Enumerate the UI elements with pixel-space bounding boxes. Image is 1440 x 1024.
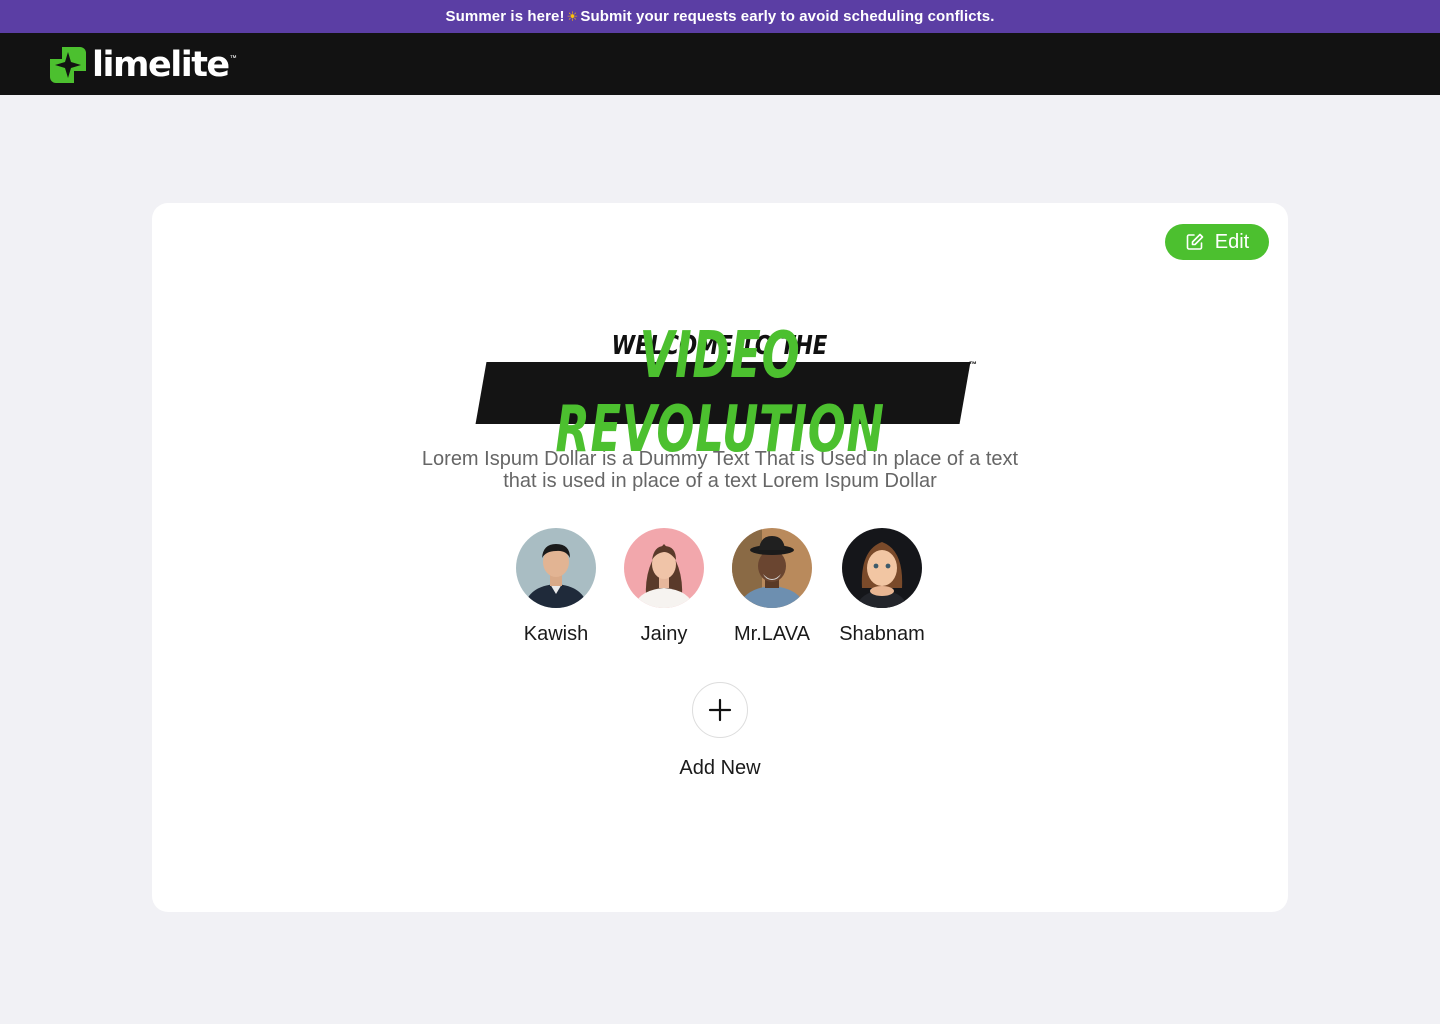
- person-name: Jainy: [640, 623, 688, 645]
- sun-icon: ☀: [566, 8, 579, 24]
- people-list: Kawish Jainy Mr.LAVA Shabnam: [152, 528, 1288, 646]
- person-name: Mr.LAVA: [734, 623, 810, 645]
- person-kawish[interactable]: Kawish: [512, 528, 600, 646]
- logo-mark-icon: [50, 47, 86, 83]
- person-shabnam[interactable]: Shabnam: [836, 528, 928, 646]
- banner-title: VIDEO REVOLUTION: [555, 319, 885, 467]
- person-jainy[interactable]: Jainy: [620, 528, 708, 646]
- announcement-text-start: Summer is here!: [445, 8, 565, 25]
- avatar: [624, 528, 704, 608]
- top-navbar: limelite ™: [0, 33, 1440, 95]
- video-revolution-banner: VIDEO REVOLUTION ™: [470, 319, 977, 467]
- person-mr-lava[interactable]: Mr.LAVA: [728, 528, 816, 646]
- avatar: [842, 528, 922, 608]
- edit-button-label: Edit: [1214, 230, 1250, 253]
- announcement-text-end: Submit your requests early to avoid sche…: [580, 8, 995, 25]
- limelite-logo[interactable]: limelite ™: [50, 45, 237, 85]
- person-name: Kawish: [523, 623, 589, 645]
- avatar: [732, 528, 812, 608]
- banner-trademark: ™: [969, 360, 977, 369]
- announcement-bar: Summer is here! ☀ Submit your requests e…: [0, 0, 1440, 33]
- plus-icon: [708, 698, 732, 722]
- logo-trademark: ™: [229, 55, 237, 62]
- add-new-section: Add New: [679, 682, 761, 780]
- edit-button[interactable]: Edit: [1165, 224, 1269, 260]
- welcome-card: Edit WELCOME TO THE VIDEO REVOLUTION ™ L…: [152, 203, 1288, 912]
- add-new-button[interactable]: [692, 682, 748, 738]
- person-name: Shabnam: [839, 623, 925, 645]
- avatar: [516, 528, 596, 608]
- hero-section: WELCOME TO THE VIDEO REVOLUTION ™ Lorem …: [152, 319, 1288, 492]
- add-new-label: Add New: [679, 757, 761, 779]
- logo-wordmark: limelite: [92, 44, 230, 85]
- edit-icon: [1186, 233, 1204, 250]
